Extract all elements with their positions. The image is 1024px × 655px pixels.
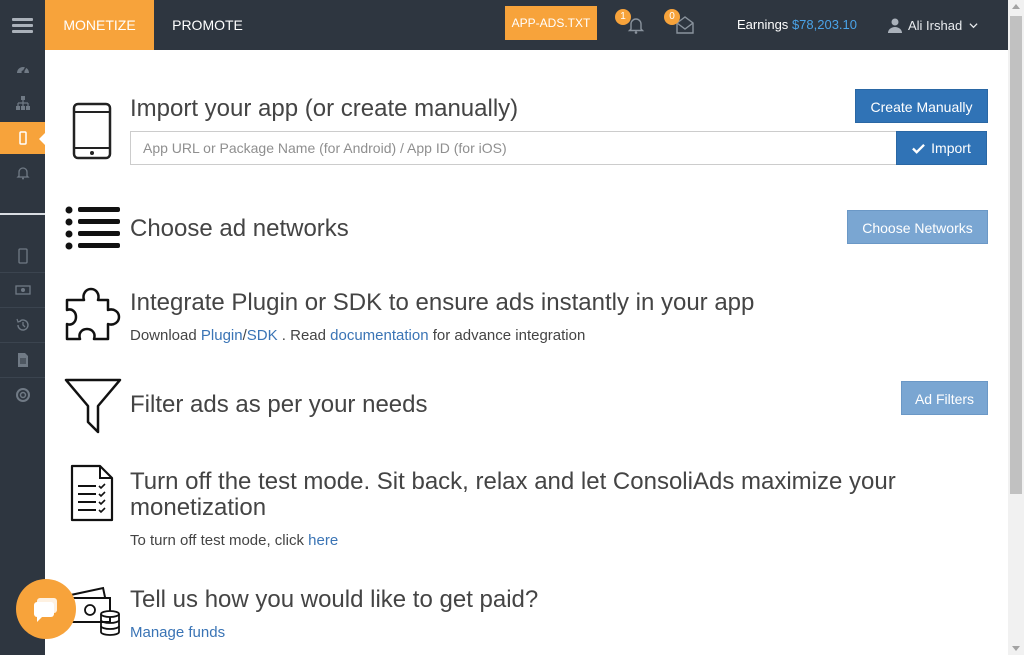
bell-icon[interactable] [0, 157, 45, 189]
funnel-filter-icon [64, 378, 122, 434]
integrate-heading: Integrate Plugin or SDK to ensure ads in… [130, 289, 755, 316]
import-button-label: Import [931, 140, 971, 156]
checkmark-icon [912, 143, 926, 154]
app-ads-txt-button[interactable]: APP-ADS.TXT [505, 6, 597, 40]
puzzle-piece-icon [65, 287, 121, 341]
networks-heading: Choose ad networks [130, 215, 349, 242]
notifications-badge: 1 [615, 9, 631, 25]
messages-button[interactable]: 0 [664, 9, 696, 36]
import-button[interactable]: Import [896, 131, 987, 165]
document-icon[interactable] [0, 344, 45, 376]
here-link[interactable]: here [308, 532, 338, 549]
testmode-heading: Turn off the test mode. Sit back, relax … [130, 468, 896, 521]
chat-bubble-icon [34, 598, 57, 622]
scroll-up-arrow-icon[interactable] [1012, 4, 1020, 9]
mobile-app-icon[interactable] [0, 122, 46, 154]
chevron-down-icon [969, 22, 978, 28]
money-icon[interactable] [0, 274, 45, 306]
earnings-amount: $78,203.10 [791, 17, 858, 32]
smartphone-icon [72, 102, 112, 160]
notifications-button[interactable]: 1 [615, 9, 647, 36]
tablet-icon[interactable] [0, 240, 45, 272]
documentation-link[interactable]: documentation [330, 327, 428, 344]
user-name: Ali Irshad [908, 17, 963, 33]
support-icon[interactable] [0, 379, 45, 411]
plugin-link[interactable]: Plugin [201, 327, 243, 344]
app-url-input[interactable] [130, 131, 897, 165]
sdk-link[interactable]: SDK [247, 327, 278, 344]
testmode-description: To turn off test mode, click here [130, 532, 339, 549]
scroll-down-arrow-icon[interactable] [1012, 646, 1020, 651]
user-icon [888, 18, 902, 33]
list-icon [65, 206, 120, 250]
choose-networks-button[interactable]: Choose Networks [847, 210, 988, 244]
payment-description: Manage funds [130, 624, 225, 641]
earnings-display: Earnings $78,203.10 [737, 17, 857, 32]
sidebar [0, 0, 46, 655]
ad-filters-button[interactable]: Ad Filters [901, 381, 988, 415]
payment-heading: Tell us how you would like to get paid? [130, 586, 539, 613]
vertical-scrollbar[interactable] [1008, 0, 1024, 655]
create-manually-button[interactable]: Create Manually [855, 89, 988, 123]
history-icon[interactable] [0, 309, 45, 341]
import-heading: Import your app (or create manually) [130, 95, 519, 122]
checklist-document-icon [70, 464, 114, 522]
scroll-thumb[interactable] [1010, 16, 1022, 494]
manage-funds-link[interactable]: Manage funds [130, 624, 225, 641]
sitemap-icon[interactable] [0, 87, 45, 119]
tab-promote[interactable]: PROMOTE [160, 0, 255, 50]
chat-widget-button[interactable] [16, 579, 76, 639]
messages-badge: 0 [664, 9, 680, 25]
tab-monetize[interactable]: MONETIZE [45, 0, 154, 50]
hamburger-menu-icon[interactable] [12, 18, 33, 33]
filters-heading: Filter ads as per your needs [130, 391, 428, 418]
top-navigation-bar: MONETIZE PROMOTE APP-ADS.TXT 1 0 Earning… [45, 0, 1008, 50]
integrate-description: Download Plugin/SDK . Read documentation… [130, 327, 586, 344]
earnings-label: Earnings [737, 17, 789, 32]
sidebar-divider [0, 213, 45, 215]
dashboard-icon[interactable] [0, 53, 45, 85]
user-menu[interactable]: Ali Irshad [887, 15, 983, 35]
